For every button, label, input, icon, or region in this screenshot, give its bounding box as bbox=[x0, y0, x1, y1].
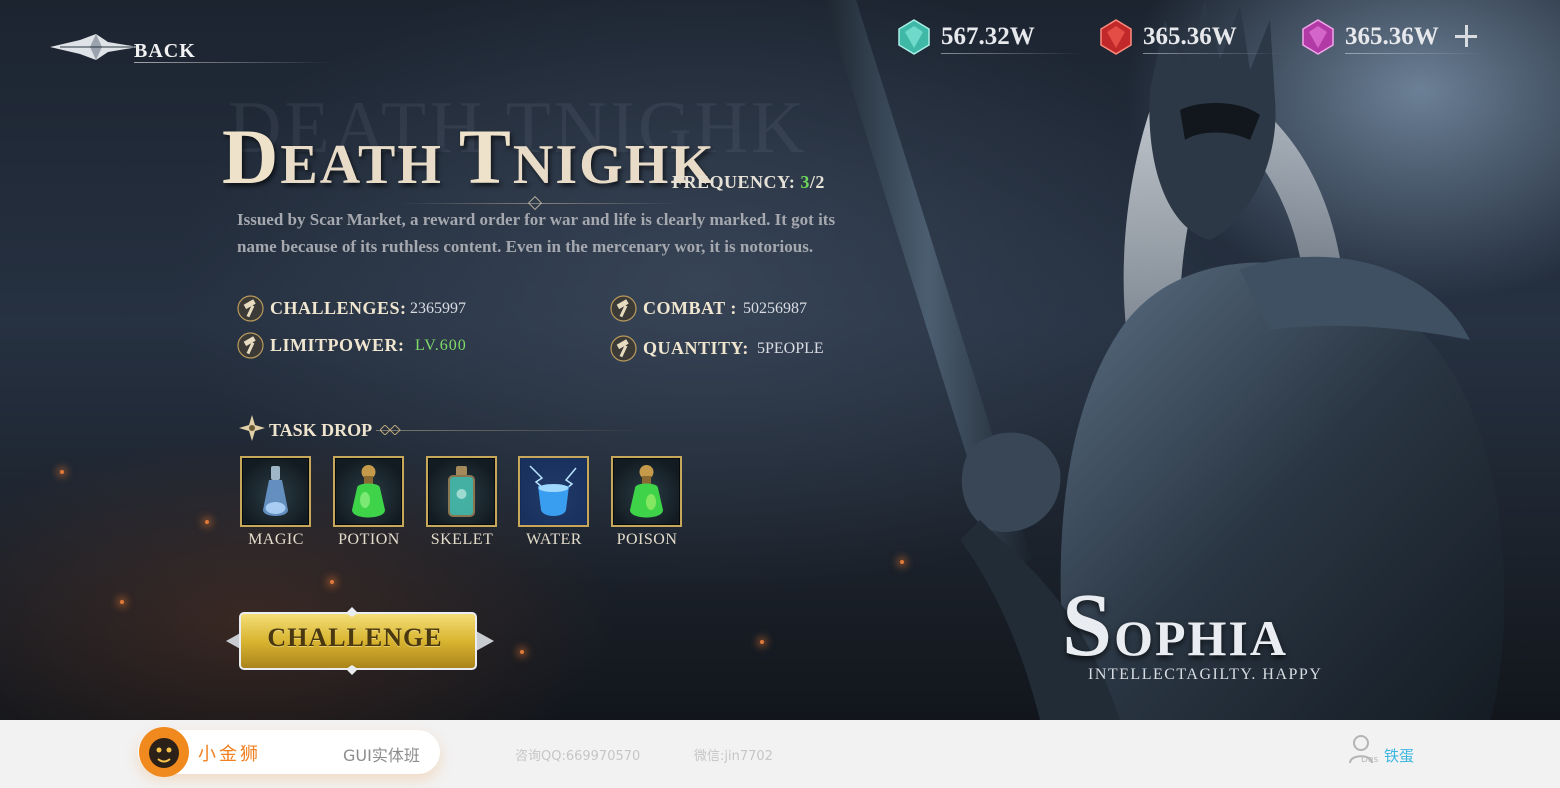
stat-label: LIMITPOWER: bbox=[270, 335, 405, 355]
red-gem-icon bbox=[1100, 19, 1132, 55]
magic-bottle-icon bbox=[263, 466, 288, 516]
contact-wechat: 微信:jin7702 bbox=[694, 749, 773, 764]
item-frame bbox=[240, 456, 311, 527]
user-tag: Des bbox=[1361, 755, 1379, 765]
ember-spark bbox=[120, 600, 124, 604]
contact-qq: 咨询QQ:669970570 bbox=[515, 749, 641, 764]
hammer-icon bbox=[610, 295, 637, 322]
task-drop-label: TASK DROP bbox=[269, 420, 373, 440]
brand-name: 小金狮 bbox=[198, 744, 261, 765]
purple-gem-icon bbox=[1302, 19, 1334, 55]
stat-value: LV.600 bbox=[415, 337, 467, 354]
ember-spark bbox=[60, 470, 64, 474]
user-name[interactable]: 铁蛋 bbox=[1384, 745, 1414, 766]
lion-logo-icon bbox=[139, 727, 189, 777]
item-frame bbox=[426, 456, 497, 527]
drop-item-poison[interactable]: POISON bbox=[611, 456, 683, 549]
currency-value: 567.32W bbox=[941, 23, 1035, 50]
stat-value: 2365997 bbox=[410, 300, 466, 317]
back-underline bbox=[134, 62, 330, 63]
currency-underline bbox=[1345, 53, 1485, 54]
frequency: FREQUENCY: 3/2 bbox=[672, 172, 825, 193]
item-frame bbox=[611, 456, 682, 527]
challenge-button[interactable]: CHALLENGE bbox=[226, 607, 494, 675]
currency-value: 365.36W bbox=[1345, 23, 1439, 50]
drop-item-potion[interactable]: POTION bbox=[333, 456, 405, 549]
ember-spark bbox=[760, 640, 764, 644]
frequency-label: FREQUENCY: bbox=[672, 172, 796, 192]
back-arrow-icon bbox=[50, 34, 138, 60]
currency-value: 365.36W bbox=[1143, 23, 1237, 50]
task-drop-divider bbox=[376, 430, 646, 431]
drop-item-label: SKELET bbox=[430, 531, 494, 548]
stat-label: CHALLENGES: bbox=[270, 298, 407, 318]
stat-label: QUANTITY: bbox=[643, 338, 749, 358]
drop-item-skelet[interactable]: SKELET bbox=[426, 456, 498, 549]
mission-title: DEATH TNIGHK bbox=[222, 112, 716, 202]
item-frame bbox=[518, 456, 589, 527]
title-initial: T bbox=[458, 113, 513, 200]
drop-item-label: POTION bbox=[338, 531, 400, 548]
compass-star-icon bbox=[239, 415, 265, 441]
mission-description: Issued by Scar Market, a reward order fo… bbox=[237, 210, 836, 256]
currency-underline bbox=[941, 53, 1081, 54]
ember-spark bbox=[330, 580, 334, 584]
frequency-total: 2 bbox=[815, 172, 825, 192]
hero-subtitle: INTELLECTAGILTY. HAPPY bbox=[1088, 666, 1323, 683]
drop-item-water[interactable]: WATER bbox=[518, 456, 590, 549]
currency-underline bbox=[1143, 53, 1283, 54]
water-flask-icon bbox=[520, 458, 587, 525]
hero-name-rest: OPHIA bbox=[1114, 610, 1288, 666]
ember-spark bbox=[205, 520, 209, 524]
teal-gem-icon bbox=[898, 19, 930, 55]
hammer-icon bbox=[237, 332, 264, 359]
stat-label: COMBAT : bbox=[643, 298, 737, 318]
hero-name: SOPHIA bbox=[1062, 574, 1288, 677]
back-label: BACK bbox=[134, 40, 196, 62]
title-word: EATH bbox=[280, 134, 459, 196]
potion-flask-icon bbox=[352, 465, 385, 518]
ember-spark bbox=[520, 650, 524, 654]
skelet-jar-icon bbox=[448, 466, 475, 517]
hero-initial: S bbox=[1062, 576, 1115, 675]
drop-item-magic[interactable]: MAGIC bbox=[240, 456, 312, 549]
back-button[interactable]: BACK bbox=[50, 26, 340, 68]
stat-value: 50256987 bbox=[743, 300, 807, 317]
title-initial: D bbox=[222, 113, 281, 200]
add-currency-button[interactable] bbox=[1452, 22, 1480, 50]
footer-bar: 小金狮 GUI实体班 咨询QQ:669970570 微信:jin7702 Des… bbox=[0, 720, 1560, 788]
drop-item-label: POISON bbox=[616, 531, 678, 548]
brand-course: GUI实体班 bbox=[343, 746, 420, 765]
stat-value: 5PEOPLE bbox=[757, 340, 824, 357]
challenge-label: CHALLENGE bbox=[267, 623, 443, 652]
drop-item-label: WATER bbox=[526, 531, 582, 548]
hammer-icon bbox=[237, 295, 264, 322]
frequency-current: 3 bbox=[800, 172, 810, 192]
item-frame bbox=[333, 456, 404, 527]
poison-flask-icon bbox=[630, 465, 663, 518]
drop-item-label: MAGIC bbox=[248, 531, 304, 548]
hammer-icon bbox=[610, 335, 637, 362]
